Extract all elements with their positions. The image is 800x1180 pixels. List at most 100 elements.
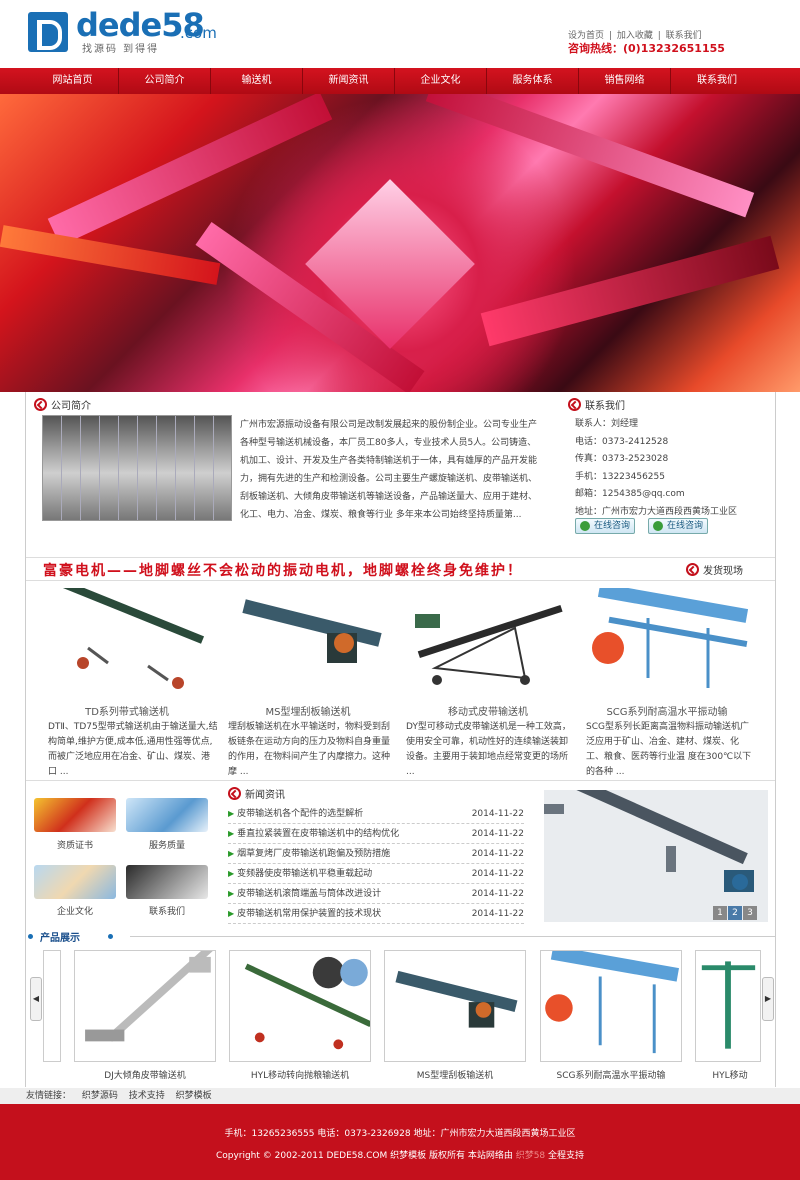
arrow-circle-icon <box>686 563 699 576</box>
service-tile-image[interactable] <box>126 798 208 832</box>
nav-home[interactable]: 网站首页 <box>27 68 119 94</box>
slogan-text: 富豪电机——地脚螺丝不会松动的振动电机，地脚螺栓终身免维护！ <box>43 563 523 579</box>
tile-label[interactable]: 企业文化 <box>34 904 116 917</box>
certificate-tile-image[interactable] <box>34 798 116 832</box>
friend-link[interactable]: 织梦模板 <box>176 1091 212 1101</box>
slide-page-3[interactable]: 3 <box>743 906 757 920</box>
slide-page-2[interactable]: 2 <box>728 906 742 920</box>
contact-fax: 传真：0373-2523028 <box>575 454 669 464</box>
bullet-arrow-icon: ▶ <box>228 829 235 838</box>
tile-label[interactable]: 联系我们 <box>126 904 208 917</box>
gallery-caption[interactable]: HYL移动 <box>700 1068 760 1081</box>
shipping-link[interactable]: 发货现场 <box>686 562 743 577</box>
news-item-title[interactable]: 皮带输送机滚筒端盖与筒体改进设计 <box>237 889 381 899</box>
dot-icon <box>108 934 113 939</box>
tile-label[interactable]: 服务质量 <box>126 838 208 851</box>
gallery-image-partial[interactable] <box>43 950 61 1062</box>
online-consult-button[interactable]: 在线咨询 <box>575 518 635 534</box>
contact-email: 邮箱：1254385@qq.com <box>575 489 685 499</box>
friend-link[interactable]: 技术支持 <box>129 1091 165 1101</box>
contact-section-title: 联系我们 <box>568 397 625 412</box>
product-name[interactable]: MS型埋刮板输送机 <box>223 703 393 718</box>
bullet-arrow-icon: ▶ <box>228 889 235 898</box>
news-item[interactable]: ▶ 皮带输送机各个配件的选型解析 2014-11-22 <box>228 804 524 824</box>
main-nav: 网站首页 公司简介 输送机 新闻资讯 企业文化 服务体系 销售网络 联系我们 <box>0 68 800 94</box>
nav-conveyors[interactable]: 输送机 <box>211 68 303 94</box>
dot-icon <box>28 934 33 939</box>
logo-domain: .com <box>180 24 217 42</box>
gallery-image-scg[interactable] <box>540 950 682 1062</box>
news-item-title[interactable]: 垂直拉紧装置在皮带输送机中的结构优化 <box>237 829 399 839</box>
product-name[interactable]: SCG系列耐高温水平振动输 <box>582 703 752 718</box>
culture-tile-image[interactable] <box>34 865 116 899</box>
news-date: 2014-11-22 <box>471 889 524 899</box>
nav-contact[interactable]: 联系我们 <box>671 68 763 94</box>
product-name[interactable]: TD系列带式输送机 <box>42 703 212 718</box>
factory-photo[interactable] <box>42 415 232 521</box>
bullet-arrow-icon: ▶ <box>228 869 235 878</box>
logo-slogan: 找源码 到得得 <box>82 44 160 55</box>
carousel-next-button[interactable]: ▶ <box>762 977 774 1021</box>
friend-links-label: 友情链接： <box>26 1091 72 1101</box>
news-item[interactable]: ▶ 皮带输送机滚筒端盖与筒体改进设计 2014-11-22 <box>228 884 524 904</box>
nav-sales[interactable]: 销售网络 <box>579 68 671 94</box>
news-date: 2014-11-22 <box>471 909 524 919</box>
online-consult-button[interactable]: 在线咨询 <box>648 518 708 534</box>
gallery-image-ms[interactable] <box>384 950 526 1062</box>
bullet-arrow-icon: ▶ <box>228 849 235 858</box>
tile-label[interactable]: 资质证书 <box>34 838 116 851</box>
product-image-ms-scraper[interactable] <box>232 588 392 696</box>
contact-person: 联系人：刘经理 <box>575 419 639 429</box>
news-item[interactable]: ▶ 垂直拉紧装置在皮带输送机中的结构优化 2014-11-22 <box>228 824 524 844</box>
news-item-title[interactable]: 变频器使皮带输送机平稳重载起动 <box>237 869 372 879</box>
footer <box>0 1104 800 1180</box>
support-link[interactable]: 织梦58 <box>516 1151 545 1161</box>
nav-about[interactable]: 公司简介 <box>119 68 211 94</box>
news-date: 2014-11-22 <box>471 849 524 859</box>
news-item[interactable]: ▶ 烟草复烤厂皮带输送机跑偏及预防措施 2014-11-22 <box>228 844 524 864</box>
product-image-td-belt[interactable] <box>48 588 208 696</box>
about-section-title: 公司简介 <box>34 397 91 412</box>
screw-conveyor-slide[interactable] <box>544 790 768 922</box>
carousel-prev-button[interactable]: ◀ <box>30 977 42 1021</box>
news-date: 2014-11-22 <box>471 829 524 839</box>
product-show-title: 产品展示 <box>40 933 80 944</box>
gallery-caption[interactable]: SCG系列耐高温水平振动输 <box>536 1068 686 1081</box>
footer-copyright: Copyright © 2002-2011 DEDE58.COM 织梦模板 版权… <box>0 1148 800 1161</box>
gallery-image-hyl-partial[interactable] <box>695 950 761 1062</box>
copyright-text: Copyright © 2002-2011 DEDE58.COM 织梦模板 版权… <box>215 1151 513 1161</box>
nav-news[interactable]: 新闻资讯 <box>303 68 395 94</box>
news-title: 新闻资讯 <box>245 790 285 801</box>
gallery-caption[interactable]: HYL移动转向抛粮输送机 <box>225 1068 375 1081</box>
gallery-caption[interactable]: DJ大倾角皮带输送机 <box>70 1068 220 1081</box>
gallery-image-hyl[interactable] <box>229 950 371 1062</box>
hotline: 咨询热线：(0)13232651155 <box>568 42 725 55</box>
bullet-arrow-icon: ▶ <box>228 809 235 818</box>
news-item-title[interactable]: 烟草复烤厂皮带输送机跑偏及预防措施 <box>237 849 390 859</box>
news-item-title[interactable]: 皮带输送机常用保护装置的技术现状 <box>237 909 381 919</box>
contact-tile-image[interactable] <box>126 865 208 899</box>
nav-culture[interactable]: 企业文化 <box>395 68 487 94</box>
slide-page-1[interactable]: 1 <box>713 906 727 920</box>
product-name[interactable]: 移动式皮带输送机 <box>403 703 573 718</box>
news-item-title[interactable]: 皮带输送机各个配件的选型解析 <box>237 809 363 819</box>
news-item[interactable]: ▶ 变频器使皮带输送机平稳重载起动 2014-11-22 <box>228 864 524 884</box>
gallery-caption[interactable]: MS型埋刮板输送机 <box>380 1068 530 1081</box>
gallery-image-dj[interactable] <box>74 950 216 1062</box>
logo-icon[interactable] <box>28 12 68 52</box>
news-date: 2014-11-22 <box>471 869 524 879</box>
contact-info: 联系人：刘经理 电话：0373-2412528 传真：0373-2523028 … <box>575 416 737 521</box>
footer-contact: 手机：13265236555 电话：0373-2326928 地址：广州市宏力大… <box>224 1129 576 1139</box>
contact-phone: 电话：0373-2412528 <box>575 436 669 447</box>
news-item[interactable]: ▶ 皮带输送机常用保护装置的技术现状 2014-11-22 <box>228 904 524 924</box>
contact-title: 联系我们 <box>585 401 625 412</box>
product-image-mobile-belt[interactable] <box>405 588 565 696</box>
product-desc: DTⅡ、TD75型带式输送机由于输送量大,结构简单,维护方便,成本低,通用性强等… <box>48 722 218 777</box>
friend-link[interactable]: 织梦源码 <box>82 1091 118 1101</box>
about-text: 广州市宏源振动设备有限公司是改制发展起来的股份制企业。公司专业生产各种型号输送机… <box>240 420 538 520</box>
nav-service[interactable]: 服务体系 <box>487 68 579 94</box>
product-desc: SCG型系列长距离高温物料振动输送机广泛应用于矿山、冶金、建材、煤炭、化工、粮食… <box>586 722 752 777</box>
product-desc: DY型可移动式皮带输送机是一种工效高，使用安全可靠，机动性好的连续输送装卸设备。… <box>406 722 571 777</box>
slide-pager: 123 <box>712 906 757 920</box>
product-image-scg-vibrating[interactable] <box>588 588 748 696</box>
